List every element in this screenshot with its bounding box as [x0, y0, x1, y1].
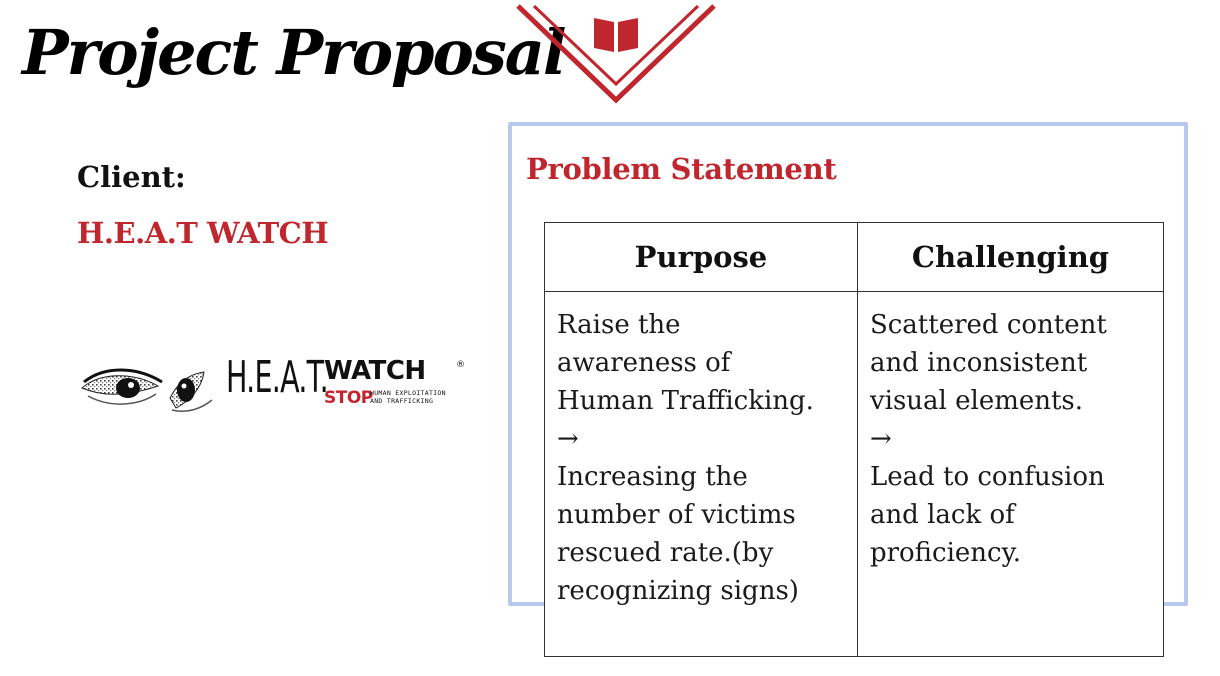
- heat-watch-logo: H.E.A.T. WATCH ® STOP HUMAN EXPLOITATION…: [80, 352, 466, 434]
- purpose-line: Raise the: [557, 310, 681, 340]
- challenging-line: Scattered content: [869, 310, 1107, 340]
- challenging-header: Challenging: [856, 222, 1165, 292]
- logo-watch-text: WATCH: [324, 356, 426, 386]
- arrow-icon: →: [557, 424, 579, 454]
- challenging-line: visual elements.: [869, 386, 1084, 416]
- logo-tagline-1: HUMAN EXPLOITATION: [370, 389, 446, 397]
- challenging-cell: Scattered content and inconsistent visua…: [856, 291, 1165, 657]
- table-row: Raise the awareness of Human Trafficking…: [544, 291, 1165, 657]
- challenging-line: and inconsistent: [869, 348, 1088, 378]
- client-label: Client:: [77, 160, 186, 194]
- challenging-line: and lack of: [869, 500, 1015, 530]
- logo-tagline: HUMAN EXPLOITATION AND TRAFFICKING: [370, 389, 480, 405]
- challenging-line: proficiency.: [869, 538, 1022, 568]
- logo-stop-text: STOP: [324, 388, 373, 408]
- arrow-icon: →: [869, 424, 892, 454]
- chevron-badge: [516, 4, 716, 104]
- purpose-line: recognizing signs): [557, 576, 799, 606]
- problem-statement-table: Purpose Challenging Raise the awareness …: [544, 222, 1165, 657]
- purpose-line: rescued rate.(by: [557, 538, 774, 568]
- problem-statement-heading: Problem Statement: [526, 152, 837, 186]
- client-name: H.E.A.T WATCH: [77, 216, 329, 250]
- purpose-line: Human Trafficking.: [557, 386, 814, 416]
- challenging-line: Lead to confusion: [869, 462, 1105, 492]
- eyes-illustration: [81, 368, 213, 412]
- logo-registered-mark: ®: [456, 360, 465, 370]
- purpose-line: Increasing the: [557, 462, 748, 492]
- purpose-line: number of victims: [557, 500, 796, 530]
- page-title: Project Proposal: [22, 16, 566, 89]
- purpose-line: awareness of: [557, 348, 731, 378]
- table-header-row: Purpose Challenging: [544, 222, 1165, 292]
- book-icon: [594, 18, 638, 52]
- logo-heat-text: H.E.A.T.: [226, 352, 329, 403]
- purpose-cell: Raise the awareness of Human Trafficking…: [544, 291, 858, 657]
- logo-tagline-2: AND TRAFFICKING: [370, 397, 434, 405]
- purpose-header: Purpose: [544, 222, 858, 292]
